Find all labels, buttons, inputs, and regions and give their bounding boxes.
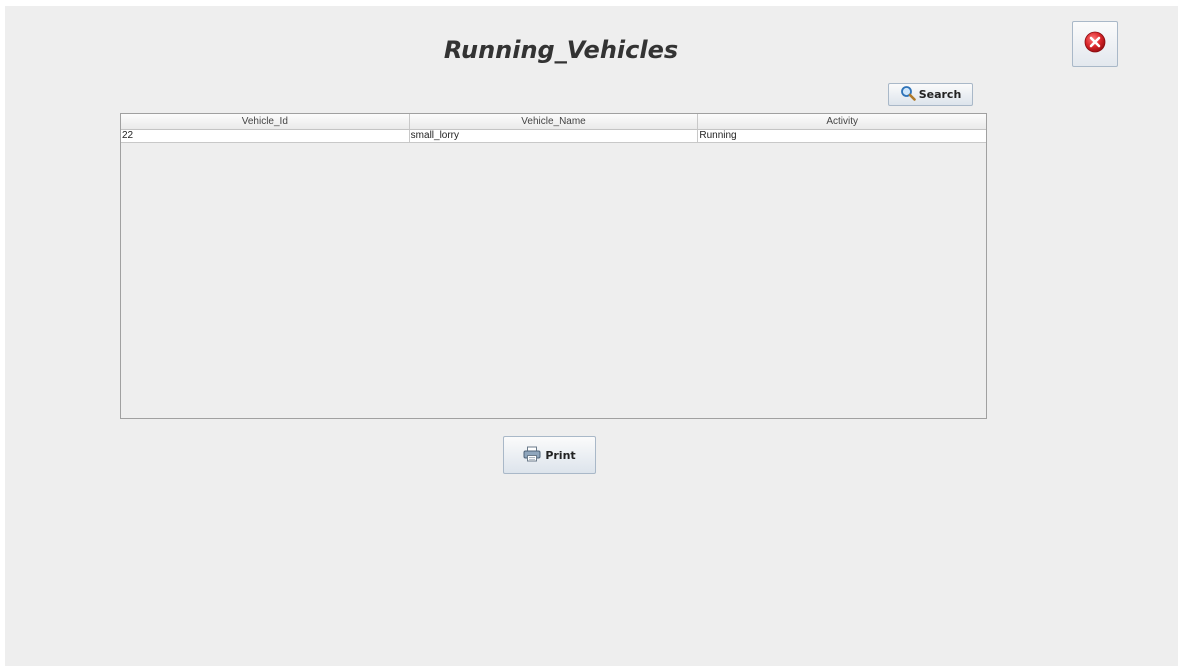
print-button[interactable]: Print bbox=[503, 436, 596, 474]
page-title: Running_Vehicles bbox=[443, 36, 679, 64]
close-circle-icon bbox=[1084, 31, 1106, 57]
running-vehicles-window: Running_Vehicles Search Vehicle_Id Vehic… bbox=[5, 6, 1178, 666]
close-button[interactable] bbox=[1072, 21, 1118, 67]
search-button-label: Search bbox=[918, 88, 962, 101]
printer-icon bbox=[523, 446, 541, 465]
cell-vehicle-id[interactable]: 22 bbox=[121, 130, 410, 142]
column-header-vehicle-name[interactable]: Vehicle_Name bbox=[410, 114, 699, 129]
search-button[interactable]: Search bbox=[888, 83, 973, 106]
column-header-vehicle-id[interactable]: Vehicle_Id bbox=[121, 114, 410, 129]
print-button-label: Print bbox=[545, 448, 576, 462]
table-row[interactable]: 22 small_lorry Running bbox=[121, 130, 986, 143]
cell-activity[interactable]: Running bbox=[698, 130, 986, 142]
cell-vehicle-name[interactable]: small_lorry bbox=[410, 130, 699, 142]
magnifier-icon bbox=[900, 85, 916, 104]
vehicles-table[interactable]: Vehicle_Id Vehicle_Name Activity 22 smal… bbox=[120, 113, 987, 419]
column-header-activity[interactable]: Activity bbox=[698, 114, 986, 129]
table-header: Vehicle_Id Vehicle_Name Activity bbox=[121, 114, 986, 130]
